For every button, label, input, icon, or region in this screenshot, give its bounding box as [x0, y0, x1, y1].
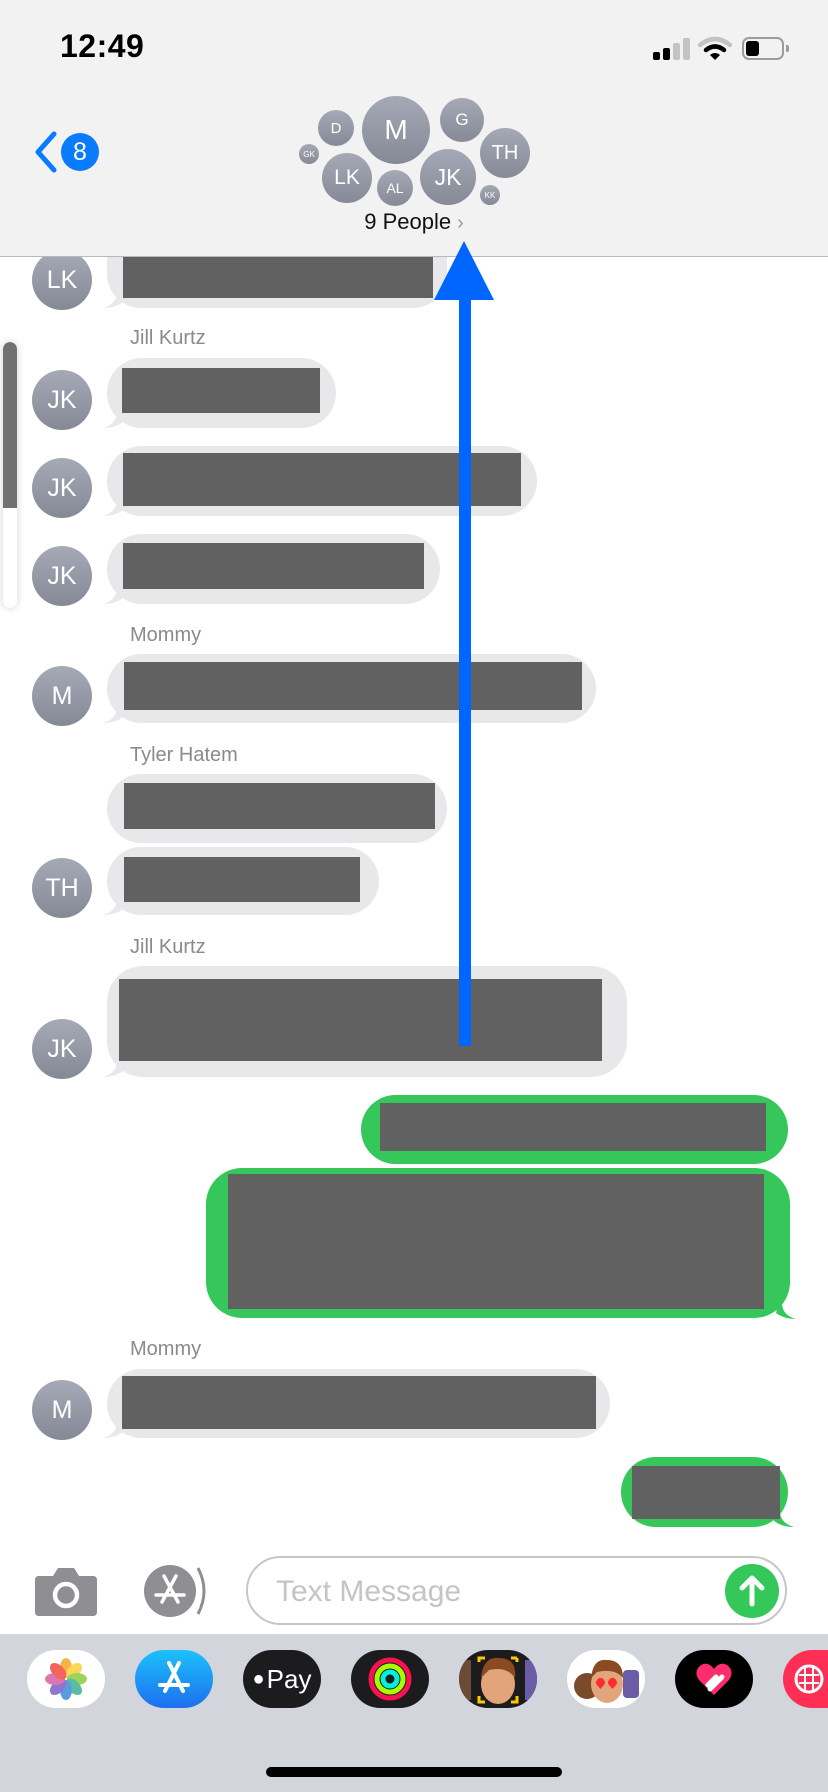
conversation-header: 12:49 8 D M G GK LK AL JK TH KK 9 People…	[0, 0, 828, 257]
group-avatar: AL	[377, 170, 413, 206]
arrow-up-icon	[739, 1575, 765, 1607]
memoji-stickers-app-button[interactable]	[567, 1650, 645, 1708]
app-store-button[interactable]	[140, 1564, 214, 1618]
group-avatar: TH	[480, 128, 530, 178]
memoji-stickers-icon	[574, 1659, 639, 1703]
apple-pay-app-button[interactable]: ● Pay	[243, 1650, 321, 1708]
digital-touch-app-button[interactable]	[675, 1650, 753, 1708]
avatar[interactable]: JK	[32, 370, 92, 430]
camera-button[interactable]	[35, 1566, 97, 1616]
activity-app-button[interactable]	[351, 1650, 429, 1708]
avatar[interactable]: JK	[32, 546, 92, 606]
group-title: 9 People	[364, 209, 452, 234]
scroll-thumb[interactable]	[3, 342, 17, 508]
app-drawer: ● Pay	[0, 1634, 828, 1792]
sender-name: Mommy	[130, 624, 202, 646]
sender-name: Tyler Hatem	[130, 744, 238, 766]
redacted-message-text: [redacted]	[124, 857, 360, 902]
redacted-message-text: [redacted]	[124, 783, 435, 829]
chevron-right-icon: ›	[457, 212, 464, 234]
group-avatar: JK	[420, 149, 476, 205]
group-avatar: KK	[480, 185, 500, 205]
apple-logo-icon: ●	[252, 1667, 265, 1690]
redacted-message-text: [redacted]	[124, 662, 582, 710]
avatar[interactable]: LK	[32, 250, 92, 310]
annotation-arrow-up	[434, 241, 494, 1046]
sender-name: Jill Kurtz	[130, 936, 206, 958]
home-indicator[interactable]	[266, 1767, 562, 1777]
heart-touch-icon	[696, 1663, 732, 1695]
globe-search-icon	[794, 1664, 824, 1694]
memoji-app-button[interactable]	[459, 1650, 537, 1708]
app-store-icon	[158, 1661, 190, 1693]
group-avatar: M	[362, 96, 430, 164]
apple-pay-label: Pay	[266, 1663, 312, 1694]
message-input-placeholder: Text Message	[276, 1575, 462, 1608]
send-button[interactable]	[725, 1564, 779, 1618]
photos-icon	[45, 1658, 87, 1700]
bubble-tail	[776, 1289, 796, 1319]
redacted-message-text: [redacted]	[380, 1103, 766, 1151]
group-avatar: GK	[299, 144, 319, 164]
sender-name: Mommy	[130, 1338, 202, 1360]
photos-app-button[interactable]	[27, 1650, 105, 1708]
messages-screen: 12:49 8 D M G GK LK AL JK TH KK 9 People…	[0, 0, 828, 1792]
redacted-message-text: [redacted]	[119, 979, 602, 1061]
activity-rings-icon	[368, 1657, 412, 1701]
group-avatar: LK	[322, 153, 372, 203]
images-app-button[interactable]	[783, 1650, 828, 1708]
sender-name: Jill Kurtz	[130, 327, 206, 349]
app-store-app-button[interactable]	[135, 1650, 213, 1708]
group-details-link[interactable]: 9 People ›	[0, 209, 828, 235]
redacted-message-text: [redacted]	[228, 1174, 764, 1309]
redacted-message-text: [redacted]	[632, 1466, 780, 1519]
avatar[interactable]: M	[32, 1380, 92, 1440]
group-avatar: G	[440, 98, 484, 142]
redacted-message-text: [redacted]	[122, 368, 320, 413]
redacted-message-text: [redacted]	[122, 1376, 596, 1429]
avatar[interactable]: JK	[32, 458, 92, 518]
group-avatar: D	[318, 110, 354, 146]
redacted-message-text: [redacted]	[123, 543, 424, 589]
avatar[interactable]: M	[32, 666, 92, 726]
group-avatar-cluster[interactable]: D M G GK LK AL JK TH KK	[0, 0, 828, 210]
avatar[interactable]: JK	[32, 1019, 92, 1079]
avatar[interactable]: TH	[32, 858, 92, 918]
scroll-indicator[interactable]	[3, 342, 17, 608]
message-input[interactable]: Text Message	[246, 1556, 787, 1625]
memoji-icon	[459, 1656, 537, 1704]
